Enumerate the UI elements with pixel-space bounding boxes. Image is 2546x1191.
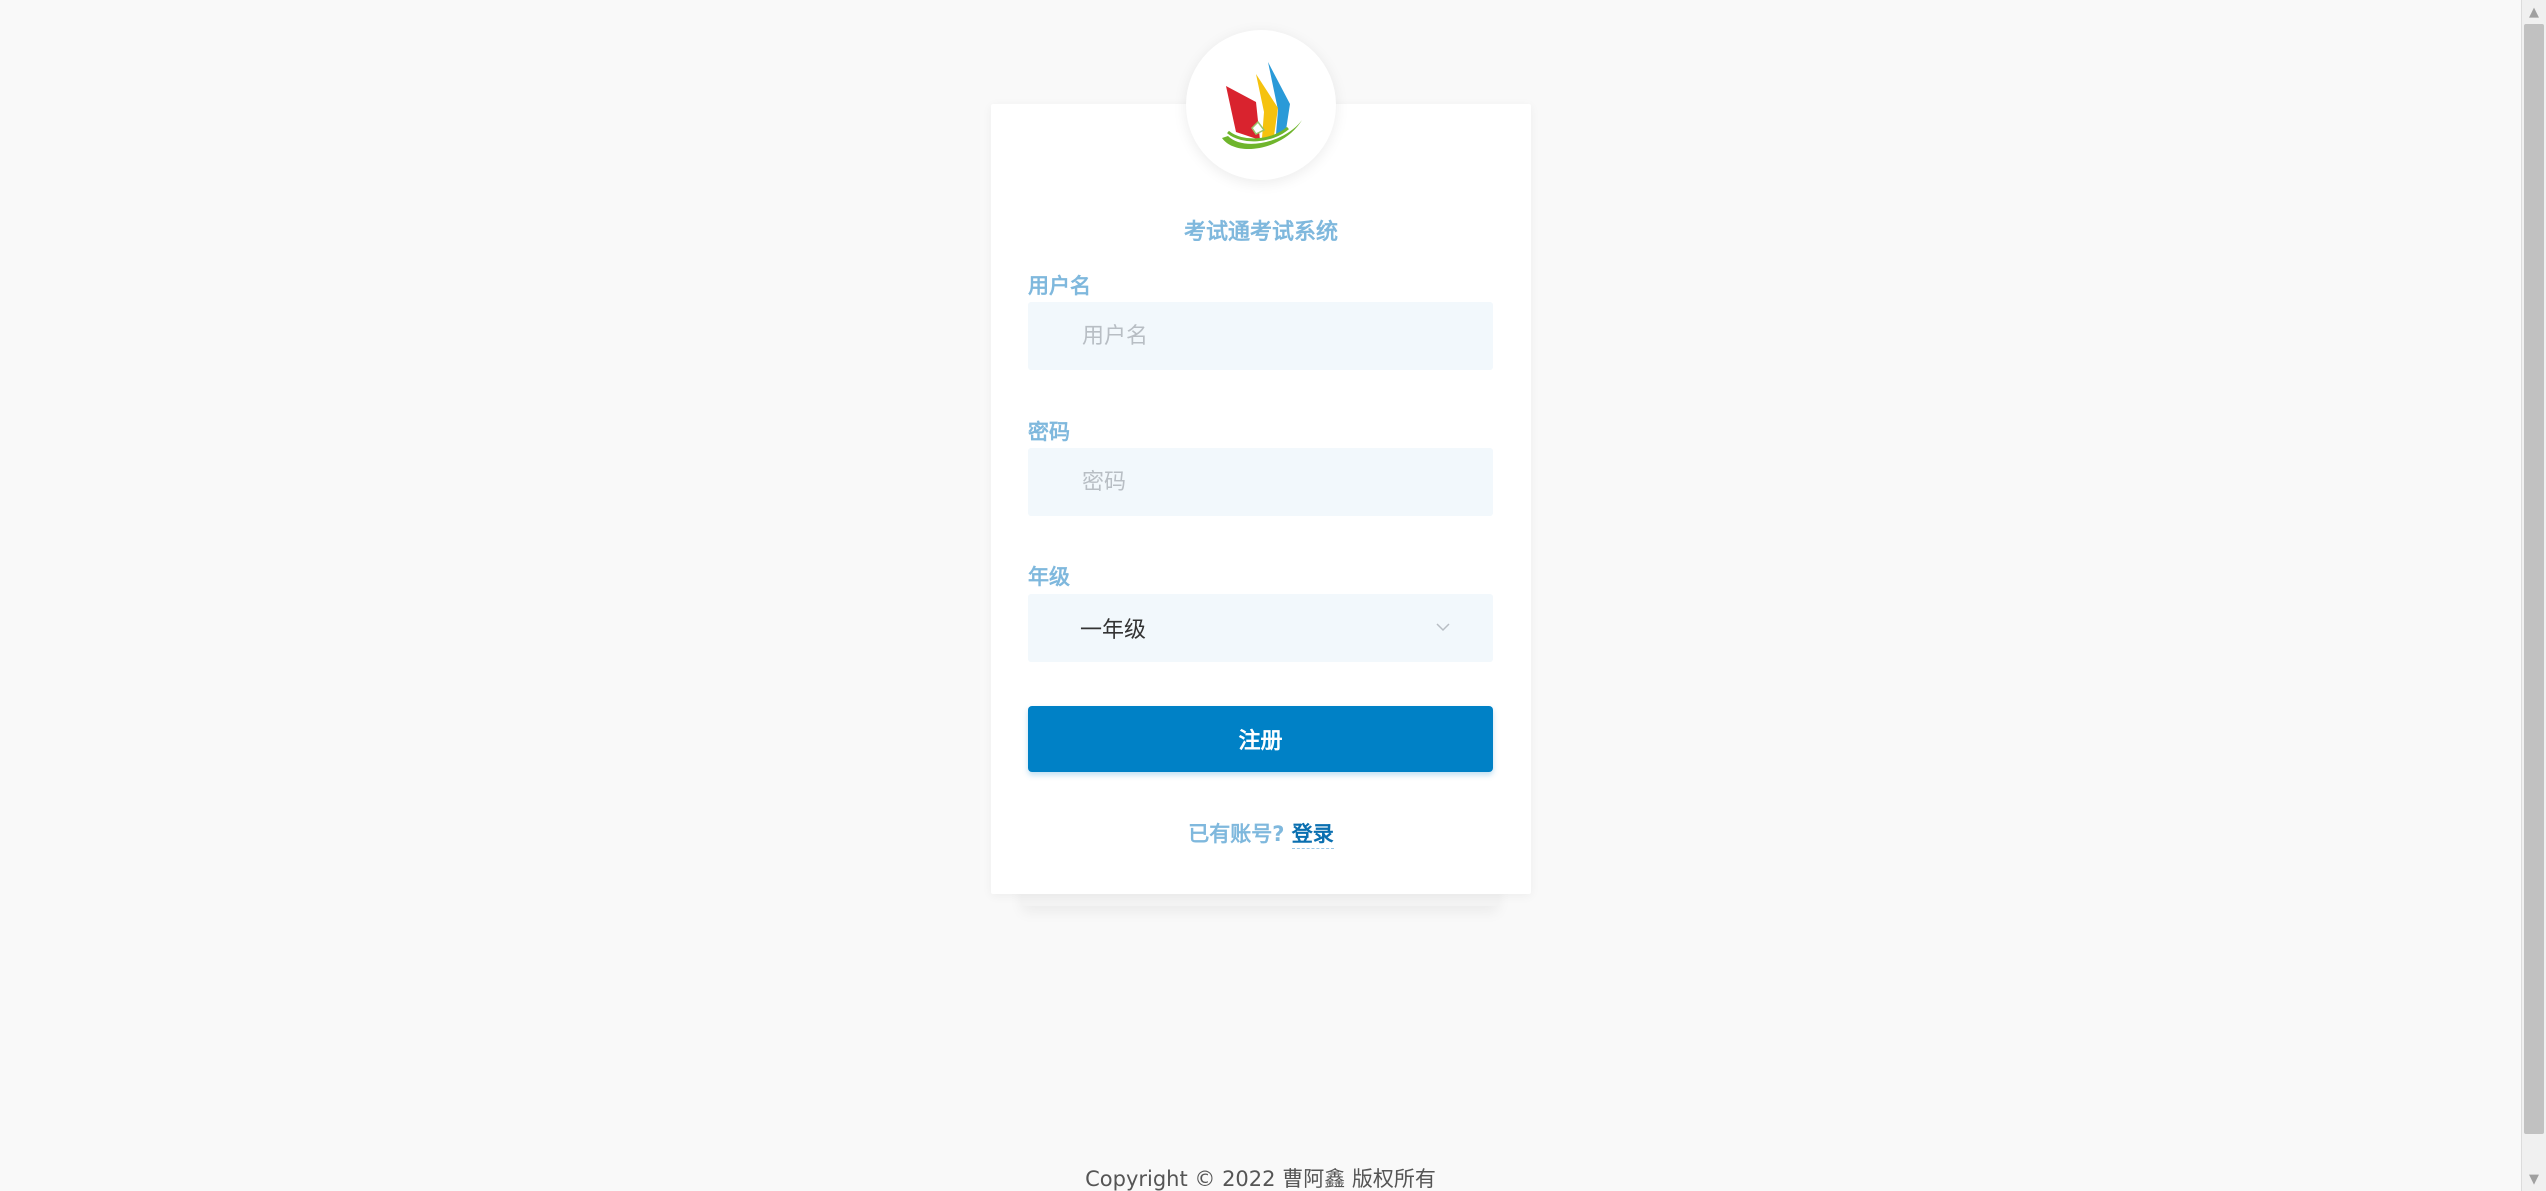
username-label: 用户名 — [1028, 274, 1091, 298]
register-page: 考试通考试系统 用户名 密码 年级 一年级 注册 已有账号? 登录 Copyri… — [0, 0, 2546, 1191]
scroll-up-arrow-icon[interactable]: ▲ — [2522, 0, 2546, 24]
scroll-down-arrow-icon[interactable]: ▼ — [2522, 1167, 2546, 1191]
login-link[interactable]: 登录 — [1291, 822, 1334, 849]
password-label: 密码 — [1028, 420, 1070, 444]
register-button[interactable]: 注册 — [1028, 706, 1493, 772]
login-prompt-line: 已有账号? 登录 — [991, 818, 1531, 849]
username-input[interactable] — [1080, 322, 1464, 350]
footer-copyright: Copyright © 2022 曹阿鑫 版权所有 — [1085, 1167, 1436, 1191]
login-prompt-text: 已有账号? — [1188, 822, 1285, 846]
password-field-box — [1028, 448, 1493, 516]
app-title: 考试通考试系统 — [1183, 220, 1338, 245]
vertical-scrollbar[interactable]: ▲ ▼ — [2521, 0, 2546, 1191]
grade-select[interactable]: 一年级 — [1028, 594, 1493, 662]
logo — [1186, 30, 1336, 180]
scroll-thumb[interactable] — [2524, 24, 2544, 1134]
password-input[interactable] — [1080, 468, 1464, 496]
grade-select-value: 一年级 — [1080, 618, 1147, 643]
chevron-down-icon — [1436, 623, 1450, 632]
book-logo-icon — [1222, 62, 1302, 150]
grade-label: 年级 — [1028, 565, 1070, 589]
username-field-box — [1028, 302, 1493, 370]
